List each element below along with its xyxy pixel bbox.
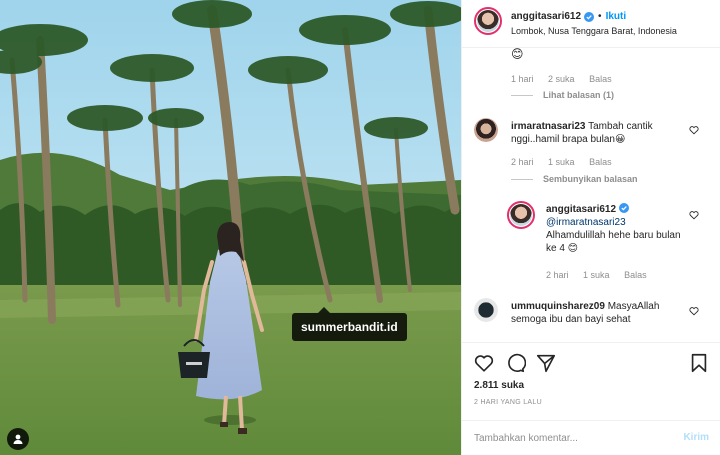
- user-tag-icon[interactable]: [7, 428, 29, 450]
- product-tag[interactable]: summerbandit.id: [292, 307, 407, 341]
- comment-input[interactable]: [474, 430, 664, 446]
- reply-time[interactable]: 2 hari: [546, 270, 569, 280]
- reply-author-avatar[interactable]: [507, 201, 535, 229]
- bookmark-icon[interactable]: [688, 352, 710, 374]
- commenter-username[interactable]: irmaratnasari23: [511, 121, 586, 132]
- comment-time[interactable]: 2 hari: [511, 157, 534, 167]
- comment-emoji: 😊: [511, 48, 524, 61]
- reply-button[interactable]: Balas: [589, 74, 612, 84]
- commenter-avatar[interactable]: [474, 118, 498, 142]
- reply-meta: 2 hari 1 suka Balas: [546, 270, 659, 280]
- author-avatar[interactable]: [474, 7, 502, 35]
- verified-badge-icon: [584, 11, 595, 22]
- hide-replies-toggle[interactable]: Sembunyikan balasan: [511, 174, 638, 184]
- reply-body: anggitasari612 @irmaratnasari23 Alhamdul…: [546, 203, 686, 255]
- comment-meta: 2 hari 1 suka Balas: [511, 157, 624, 167]
- reply-mention[interactable]: @irmaratnasari23: [546, 217, 626, 228]
- reply-likes[interactable]: 1 suka: [583, 270, 610, 280]
- divider: [511, 178, 533, 180]
- post-location[interactable]: Lombok, Nusa Tenggara Barat, Indonesia: [511, 26, 677, 36]
- view-replies-label: Lihat balasan (1): [543, 90, 615, 100]
- post-header: anggitasari612 • Ikuti Lombok, Nusa Teng…: [462, 0, 720, 48]
- like-comment-heart-icon[interactable]: [689, 125, 699, 135]
- hide-replies-label: Sembunyikan balasan: [543, 174, 638, 184]
- like-comment-heart-icon[interactable]: [689, 306, 699, 316]
- heart-icon[interactable]: [473, 352, 495, 374]
- follow-button[interactable]: Ikuti: [606, 11, 627, 22]
- comment-meta: 1 hari 2 suka Balas: [511, 74, 624, 84]
- post-timestamp[interactable]: 2 HARI YANG LALU: [474, 399, 542, 406]
- reply-text: Alhamdulillah hehe baru bulan ke 4 😊: [546, 230, 681, 254]
- post-side-panel: anggitasari612 • Ikuti Lombok, Nusa Teng…: [461, 0, 720, 455]
- comment-icon[interactable]: [504, 352, 526, 374]
- like-reply-heart-icon[interactable]: [689, 210, 699, 220]
- comment-composer: Kirim: [462, 420, 720, 455]
- reply-button[interactable]: Balas: [589, 157, 612, 167]
- comments-list[interactable]: 😊 1 hari 2 suka Balas Lihat balasan (1) …: [462, 48, 720, 342]
- commenter-username[interactable]: ummuquinsharez09: [511, 301, 605, 312]
- reply-button[interactable]: Balas: [624, 270, 647, 280]
- comment-body: irmaratnasari23 Tambah cantik nggi..hami…: [511, 120, 689, 146]
- comment-likes[interactable]: 1 suka: [548, 157, 575, 167]
- author-username[interactable]: anggitasari612: [511, 11, 581, 22]
- share-icon[interactable]: [535, 352, 557, 374]
- comment-likes[interactable]: 2 suka: [548, 74, 575, 84]
- view-replies-toggle[interactable]: Lihat balasan (1): [511, 90, 614, 100]
- header-separator: •: [598, 11, 602, 22]
- post-photo[interactable]: summerbandit.id: [0, 0, 461, 455]
- post-actions: 2.811 suka 2 HARI YANG LALU: [462, 342, 720, 420]
- comment-time[interactable]: 1 hari: [511, 74, 534, 84]
- like-count[interactable]: 2.811 suka: [474, 380, 524, 391]
- post-image: [0, 0, 461, 455]
- comment-body: ummuquinsharez09 MasyaAllah semoga ibu d…: [511, 300, 689, 326]
- verified-badge-icon: [618, 203, 629, 213]
- reply-username[interactable]: anggitasari612: [546, 204, 616, 215]
- commenter-avatar[interactable]: [474, 298, 498, 322]
- send-comment-button[interactable]: Kirim: [683, 432, 709, 443]
- divider: [511, 94, 533, 96]
